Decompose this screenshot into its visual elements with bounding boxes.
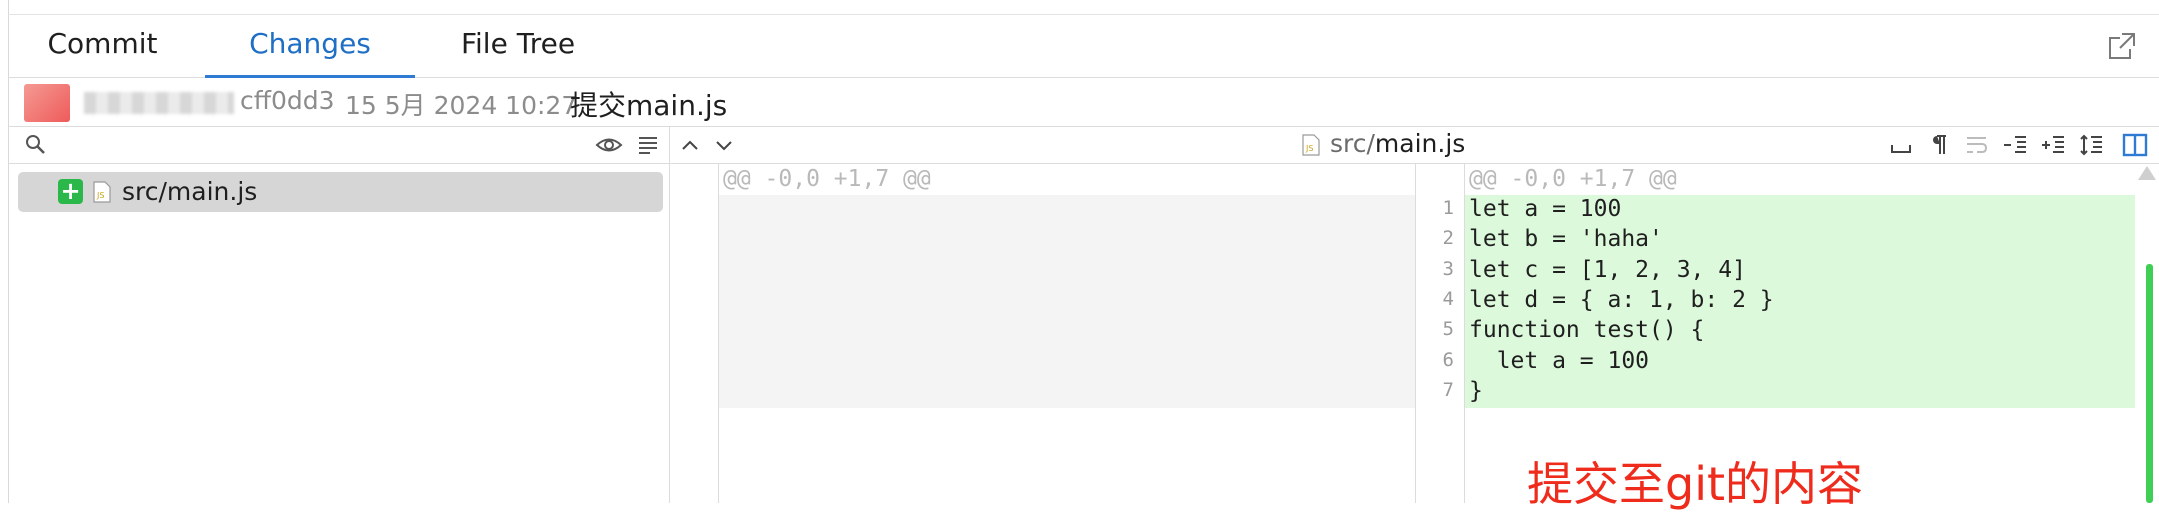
line-number: 7 [1442, 379, 1454, 401]
tab-bar: Commit Changes File Tree [8, 15, 2159, 78]
group-lines-icon[interactable] [636, 133, 660, 157]
line-number: 1 [1442, 197, 1454, 219]
hunk-header: @@ -0,0 +1,7 @@ [1469, 166, 1677, 192]
side-by-side-icon[interactable] [2122, 133, 2148, 157]
scroll-up-arrow[interactable] [2138, 166, 2156, 180]
code-line: let a = 100 [1469, 196, 1622, 222]
scrollbar-thumb[interactable] [2146, 264, 2153, 503]
search-icon[interactable] [24, 133, 48, 157]
line-number: 6 [1442, 349, 1454, 371]
line-number: 5 [1442, 318, 1454, 340]
commit-info-bar: cff0dd3 15 5月 2024 10:27 提交main.js [8, 78, 2159, 127]
tab-file-tree[interactable]: File Tree [438, 15, 598, 77]
eye-icon[interactable] [595, 133, 623, 157]
code-line: let b = 'haha' [1469, 226, 1663, 252]
annotation-text: 提交至git的内容 [1527, 457, 1864, 511]
hunk-header: @@ -0,0 +1,7 @@ [723, 166, 931, 192]
expand-lines-icon[interactable] [2040, 133, 2066, 157]
commit-hash[interactable]: cff0dd3 [240, 86, 335, 115]
js-file-icon: JS [1302, 134, 1320, 156]
tab-changes[interactable]: Changes [205, 15, 415, 78]
full-file-icon[interactable] [2078, 133, 2104, 157]
tab-commit[interactable]: Commit [40, 15, 165, 77]
code-line: let a = 100 [1469, 348, 1650, 374]
diff-file-base: main.js [1374, 129, 1466, 158]
collapse-lines-icon[interactable] [2002, 133, 2028, 157]
next-change-icon[interactable] [712, 133, 736, 157]
file-list-toolbar [8, 127, 669, 164]
file-list-item[interactable]: + JS src/main.js [18, 172, 663, 212]
code-line: } [1469, 378, 1483, 404]
commit-message: 提交main.js [570, 89, 728, 122]
commit-date: 15 5月 2024 10:27 [345, 91, 578, 120]
word-wrap-icon[interactable] [1964, 133, 1990, 157]
added-status-icon: + [58, 179, 83, 204]
right-gutter: 1 2 3 4 5 6 7 [1416, 164, 1465, 503]
open-external-icon[interactable] [2107, 31, 2137, 61]
left-empty-block [719, 195, 1415, 408]
diff-toolbar: JS src/main.js [670, 127, 2159, 164]
line-number: 2 [1442, 227, 1454, 249]
js-file-icon: JS [93, 181, 111, 203]
author-name-blurred [84, 92, 234, 114]
pilcrow-icon[interactable] [1926, 133, 1952, 157]
line-number: 4 [1442, 288, 1454, 310]
diff-file-dir: src/ [1330, 129, 1375, 158]
code-line: function test() { [1469, 317, 1705, 343]
diff-viewer: @@ -0,0 +1,7 @@ 1 2 3 4 5 6 7 @@ -0,0 +1… [670, 164, 2159, 503]
line-number: 3 [1442, 258, 1454, 280]
file-name: src/main.js [122, 177, 258, 206]
diff-file-path: src/main.js [1330, 129, 1465, 158]
code-line: let c = [1, 2, 3, 4] [1469, 257, 1746, 283]
top-strip [8, 0, 2159, 15]
svg-text:JS: JS [96, 191, 104, 200]
code-line: let d = { a: 1, b: 2 } [1469, 287, 1774, 313]
avatar [24, 84, 70, 122]
changed-files-panel: + JS src/main.js [8, 127, 670, 503]
show-whitespace-icon[interactable] [1888, 133, 1914, 157]
previous-change-icon[interactable] [678, 133, 702, 157]
left-gutter [670, 164, 719, 503]
svg-text:JS: JS [1305, 144, 1313, 153]
